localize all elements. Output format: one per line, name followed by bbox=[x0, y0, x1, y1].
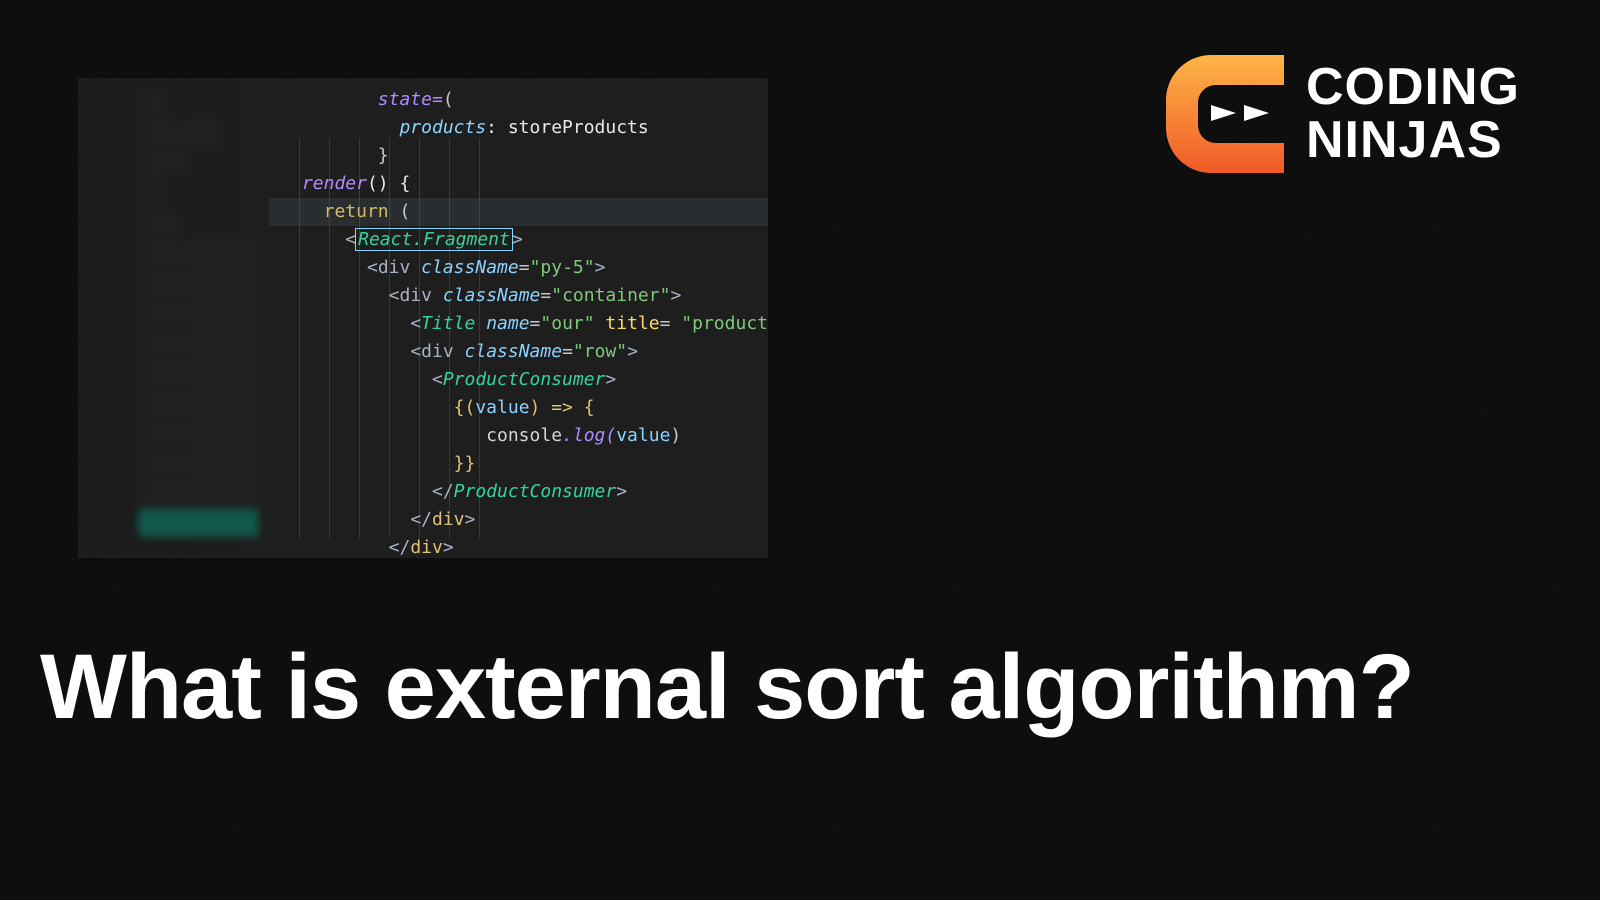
code-line: <Title name="our" title= "product bbox=[269, 310, 768, 338]
code-line: <React.Fragment> bbox=[269, 226, 768, 254]
code-screenshot: state=( products: storeProducts } render… bbox=[78, 78, 768, 558]
code-line: render() { bbox=[269, 170, 768, 198]
code-line: <div className="container"> bbox=[269, 282, 768, 310]
code-line: products: storeProducts bbox=[269, 114, 768, 142]
code-line: <ProductConsumer> bbox=[269, 366, 768, 394]
logo-text-line1: CODING bbox=[1306, 61, 1520, 114]
code-line: {(value) => { bbox=[269, 394, 768, 422]
code-line: <div className="row"> bbox=[269, 338, 768, 366]
logo-mark-icon bbox=[1166, 55, 1286, 173]
code-area: state=( products: storeProducts } render… bbox=[269, 78, 768, 558]
code-line: </div> bbox=[269, 534, 768, 558]
page-title: What is external sort algorithm? bbox=[40, 635, 1414, 740]
brand-logo: CODING NINJAS bbox=[1166, 55, 1520, 173]
code-line: }} bbox=[269, 450, 768, 478]
code-line: console.log(value) bbox=[269, 422, 768, 450]
logo-text-line2: NINJAS bbox=[1306, 114, 1520, 167]
code-line: } bbox=[269, 142, 768, 170]
code-gutter bbox=[78, 78, 269, 558]
highlighted-line bbox=[269, 198, 768, 226]
code-line: </ProductConsumer> bbox=[269, 478, 768, 506]
logo-text: CODING NINJAS bbox=[1306, 61, 1520, 167]
code-line: <div className="py-5"> bbox=[269, 254, 768, 282]
code-line: </div> bbox=[269, 506, 768, 534]
code-line: state=( bbox=[269, 86, 768, 114]
